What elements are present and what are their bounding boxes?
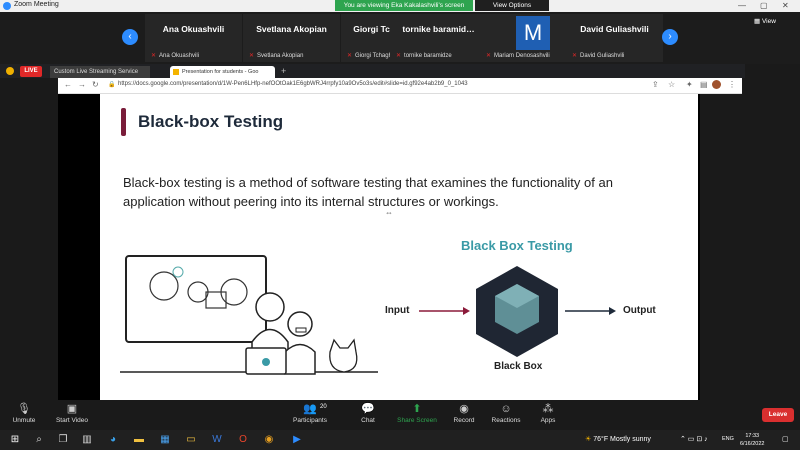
menu-icon[interactable]: ⋮: [728, 80, 736, 89]
close-icon[interactable]: ✕: [782, 1, 789, 10]
prev-page-icon[interactable]: ‹: [122, 29, 138, 45]
participant-tile[interactable]: tornike baramid… ✕ tornike baramidze: [390, 14, 487, 62]
zoom-icon[interactable]: ▶: [290, 433, 304, 447]
participant-label: Ana Okuashvili: [159, 53, 200, 59]
window-title: Zoom Meeting: [14, 1, 59, 8]
forward-icon[interactable]: →: [78, 80, 86, 89]
child-body: [284, 343, 316, 375]
url-text[interactable]: https://docs.google.com/presentation/d/1…: [118, 81, 468, 87]
muted-mic-icon: ✕: [396, 53, 402, 59]
view-button[interactable]: ▦ View: [754, 17, 776, 25]
clock-time: 17:33: [745, 433, 760, 439]
apps-icon: ⁂: [542, 403, 554, 415]
profile-avatar[interactable]: [712, 80, 721, 89]
tab-presentation[interactable]: Presentation for students - Goo: [170, 66, 275, 78]
folder-icon[interactable]: ▭: [184, 433, 198, 447]
muted-mic-icon: ✕: [486, 53, 492, 59]
share-icon[interactable]: ⇪: [652, 80, 659, 89]
black-box-diagram: [419, 266, 616, 357]
viewing-banner: You are viewing Eka Kakalashvili's scree…: [335, 0, 473, 11]
clock-date: 6/16/2022: [740, 441, 765, 447]
sidebar-icon[interactable]: ▤: [700, 80, 708, 89]
participant-count: 20: [320, 404, 327, 410]
leave-button[interactable]: Leave: [762, 408, 794, 422]
reload-icon[interactable]: ↻: [92, 80, 99, 89]
video-off-icon: ▣: [66, 403, 78, 415]
participant-label: David Guliashvili: [580, 53, 625, 59]
edge-icon[interactable]: ◕: [106, 433, 120, 447]
participant-name: David Guliashvili: [580, 24, 649, 34]
start-video-button[interactable]: ▣ Start Video: [42, 402, 102, 424]
laptop-logo: [262, 358, 270, 366]
widgets-icon[interactable]: ▥: [80, 433, 94, 447]
weather-widget[interactable]: ☀ 76°F Mostly sunny: [585, 435, 651, 443]
person-head: [255, 292, 285, 322]
file-explorer-icon[interactable]: ▬: [132, 433, 146, 447]
new-tab-icon[interactable]: +: [281, 66, 286, 76]
muted-mic-icon: ✕: [249, 53, 255, 59]
slides-favicon-icon: [173, 69, 179, 75]
participant-name: Svetlana Akopian: [256, 24, 327, 34]
participant-tile[interactable]: Ana Okuashvili ✕ Ana Okuashvili: [145, 14, 242, 62]
muted-mic-icon: ✕: [572, 53, 578, 59]
task-view-icon[interactable]: ❐: [56, 433, 70, 447]
diagram-title: Black Box Testing: [461, 238, 573, 253]
weather-icon: ☀: [585, 436, 594, 443]
avatar: M: [516, 16, 550, 50]
output-label: Output: [623, 305, 656, 316]
tray-icons[interactable]: ⌃ ▭ ⊡ ♪: [680, 435, 708, 443]
output-arrowhead: [609, 307, 616, 315]
clock[interactable]: 17:33 6/16/2022: [740, 432, 764, 448]
warning-icon: [6, 67, 14, 75]
zoom-logo-icon: [3, 2, 11, 10]
back-icon[interactable]: ←: [64, 80, 72, 89]
resize-cursor-icon: ⇔: [385, 208, 393, 217]
next-page-icon[interactable]: ›: [662, 29, 678, 45]
participant-strip: ‹ Ana Okuashvili ✕ Ana Okuashvili Svetlan…: [0, 12, 800, 64]
view-options-button[interactable]: View Options: [475, 0, 549, 11]
word-icon[interactable]: W: [210, 433, 224, 447]
language-indicator[interactable]: ENG: [722, 436, 734, 442]
cat: [329, 338, 358, 373]
opera-icon[interactable]: O: [236, 433, 250, 447]
windows-start-icon[interactable]: ⊞: [8, 433, 22, 447]
store-icon[interactable]: ▦: [158, 433, 172, 447]
input-label: Input: [385, 305, 410, 316]
input-arrowhead: [463, 307, 470, 315]
notification-icon[interactable]: ▢: [782, 435, 789, 443]
star-icon[interactable]: ☆: [668, 80, 675, 89]
participant-name: tornike baramid…: [402, 24, 475, 34]
participant-label: Mariam Denosashvili: [494, 53, 550, 59]
lock-icon: 🔒: [108, 82, 116, 88]
maximize-icon[interactable]: ▢: [760, 1, 768, 10]
muted-mic-icon: ✕: [151, 53, 157, 59]
black-box-label: Black Box: [494, 361, 543, 372]
participants-button[interactable]: 👥 Participants: [280, 402, 340, 424]
apps-button[interactable]: ⁂ Apps: [518, 402, 578, 424]
tab-live-streaming[interactable]: Custom Live Streaming Service: [50, 66, 150, 78]
participants-icon: 👥: [303, 403, 317, 415]
minimize-icon[interactable]: —: [738, 1, 746, 10]
extensions-icon[interactable]: ✦: [686, 80, 693, 89]
testing-illustration: [120, 255, 378, 375]
grid-icon: ▦: [754, 18, 762, 25]
participant-tile[interactable]: Svetlana Akopian ✕ Svetlana Akopian: [243, 14, 340, 62]
participant-name: Ana Okuashvili: [162, 24, 225, 34]
chrome-icon[interactable]: ◉: [262, 433, 276, 447]
participant-tile[interactable]: David Guliashvili ✕ David Guliashvili: [566, 14, 663, 62]
muted-mic-icon: ✕: [347, 53, 353, 59]
live-badge: LIVE: [20, 66, 42, 77]
search-icon[interactable]: ⌕: [32, 433, 46, 447]
participant-label: tornike baramidze: [404, 53, 452, 59]
participant-tile[interactable]: M ✕ Mariam Denosashvili: [480, 14, 577, 62]
slide-title: Black-box Testing: [138, 112, 284, 131]
title-accent-bar: [121, 108, 126, 136]
participant-label: Svetlana Akopian: [257, 53, 304, 59]
slide-body-text: Black-box testing is a method of softwar…: [123, 175, 613, 209]
